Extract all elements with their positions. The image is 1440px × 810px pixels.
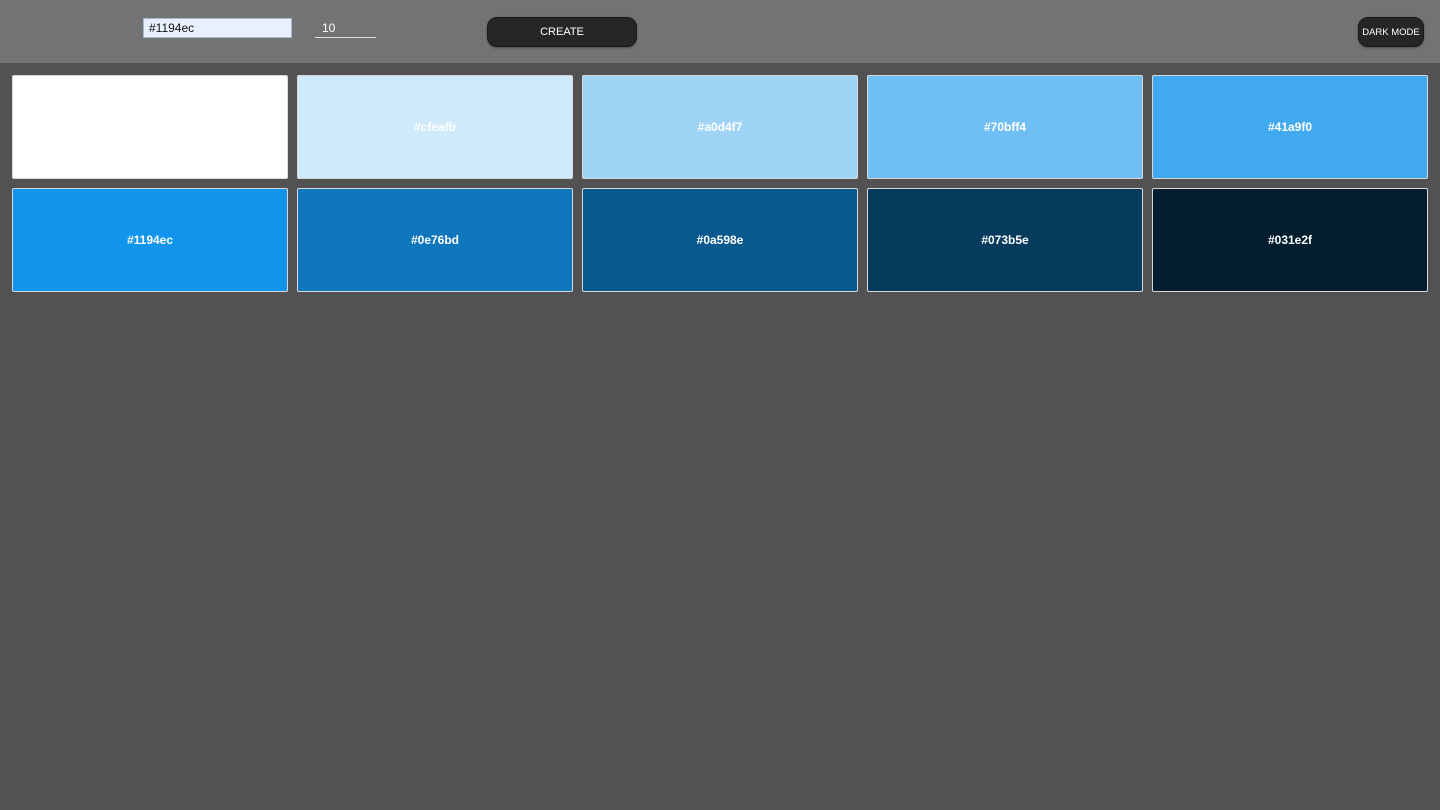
toolbar: CREATE DARK MODE [0,0,1440,63]
base-color-input[interactable] [143,18,292,38]
color-swatch[interactable]: #cfeafb [297,75,573,179]
palette-grid: #cfeafb #a0d4f7 #70bff4 #41a9f0 #1194ec … [12,75,1428,292]
create-button[interactable]: CREATE [487,17,637,47]
color-swatch[interactable]: #70bff4 [867,75,1143,179]
color-swatch[interactable]: #a0d4f7 [582,75,858,179]
color-swatch[interactable]: #41a9f0 [1152,75,1428,179]
color-swatch[interactable] [12,75,288,179]
color-swatch[interactable]: #031e2f [1152,188,1428,292]
color-swatch[interactable]: #1194ec [12,188,288,292]
color-swatch[interactable]: #0e76bd [297,188,573,292]
shade-count-input[interactable] [315,18,376,38]
dark-mode-button[interactable]: DARK MODE [1358,17,1424,47]
color-swatch[interactable]: #073b5e [867,188,1143,292]
color-swatch[interactable]: #0a598e [582,188,858,292]
